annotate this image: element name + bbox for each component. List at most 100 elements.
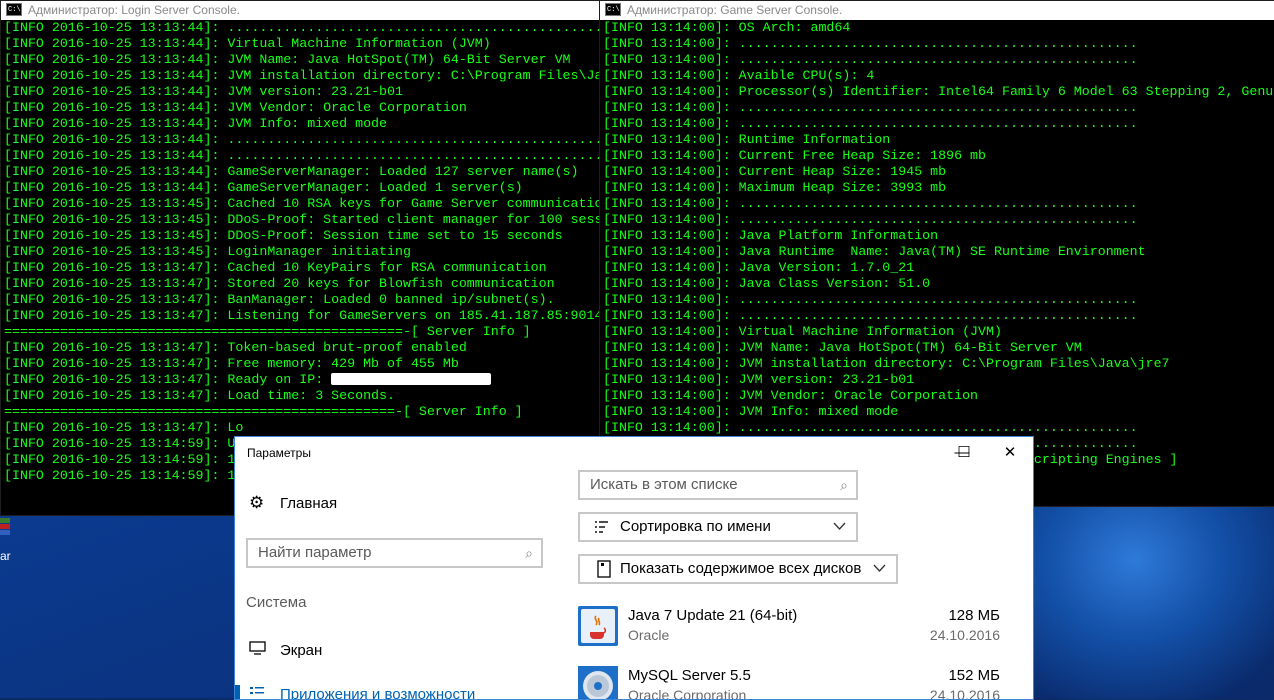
login-console-title: Администратор: Login Server Console. [28, 3, 240, 17]
console-line: [INFO 13:14:00]: Avaible CPU(s): 4 [603, 68, 875, 83]
console-line: [INFO 13:14:00]: Processor(s) Identifier… [603, 84, 1274, 99]
console-line: ========================================… [4, 324, 531, 339]
chevron-down-icon [833, 513, 846, 539]
app-name: MySQL Server 5.5 [628, 667, 751, 684]
app-list-item[interactable]: MySQL Server 5.5 Oracle Corporation 152 … [578, 666, 1000, 700]
console-line: [INFO 2016-10-25 13:13:44]: GameServerMa… [4, 180, 523, 195]
app-list-item[interactable]: Java 7 Update 21 (64-bit) Oracle 128 МБ … [578, 606, 1000, 656]
console-line: [INFO 13:14:00]: JVM Name: Java HotSpot(… [603, 340, 1082, 355]
app-list-search-placeholder: Искать в этом списке [590, 476, 738, 493]
game-console-titlebar[interactable]: Администратор: Game Server Console. [600, 1, 1274, 20]
console-line: [INFO 2016-10-25 13:13:44]: JVM Name: Ja… [4, 52, 571, 67]
drives-dropdown[interactable]: Показать содержимое всех дисков [578, 554, 898, 584]
app-install-date: 24.10.2016 [929, 687, 1000, 700]
login-console-output: [INFO 2016-10-25 13:13:44]: ............… [1, 20, 599, 484]
console-line: [INFO 2016-10-25 13:13:44]: ............… [4, 148, 600, 163]
chevron-down-icon [873, 555, 886, 581]
console-line: [INFO 13:14:00]: Java Platform Informati… [603, 228, 939, 243]
java-icon [578, 606, 618, 646]
app-list-search-input[interactable]: Искать в этом списке ⌕ [578, 470, 858, 500]
nav-home[interactable]: ⚙ Главная [249, 493, 337, 513]
console-line: [INFO 2016-10-25 13:13:44]: ............… [4, 132, 600, 147]
console-line: [INFO 13:14:00]: JVM installation direct… [603, 356, 1170, 371]
console-line: [INFO 13:14:00]: .......................… [603, 52, 1138, 67]
console-line: [INFO 2016-10-25 13:13:47]: Free memory:… [4, 356, 459, 371]
app-install-date: 24.10.2016 [929, 627, 1000, 643]
console-line: [INFO 13:14:00]: JVM Info: mixed mode [603, 404, 899, 419]
login-console-titlebar[interactable]: Администратор: Login Server Console. [1, 1, 599, 20]
console-line: [INFO 2016-10-25 13:13:45]: Cached 10 RS… [4, 196, 600, 211]
console-line: [INFO 13:14:00]: JVM Vendor: Oracle Corp… [603, 388, 979, 403]
game-console-output: [INFO 13:14:00]: OS Arch: amd64 [INFO 13:… [600, 20, 1274, 500]
console-line: [INFO 13:14:00]: .......................… [603, 196, 1138, 211]
console-line: [INFO 13:14:00]: Current Free Heap Size:… [603, 148, 987, 163]
console-line: [INFO 13:14:00]: OS Arch: amd64 [603, 20, 851, 35]
close-icon: ✕ [1003, 444, 1017, 461]
console-line: [INFO 13:14:00]: Java Class Version: 51.… [603, 276, 931, 291]
nav-item-display[interactable]: Экран [249, 641, 322, 659]
drive-icon [596, 556, 612, 582]
console-line: [INFO 13:14:00]: Java Version: 1.7.0_21 [603, 260, 915, 275]
settings-window[interactable]: Параметры — ☐ ✕ ⚙ Главная Найти параметр … [234, 436, 1034, 700]
settings-title: Параметры [247, 446, 311, 460]
console-line: [INFO 13:14:00]: Maximum Heap Size: 3993… [603, 180, 947, 195]
app-size: 152 МБ [948, 667, 1000, 684]
console-line: [INFO 2016-10-25 13:13:45]: DDoS-Proof: … [4, 228, 563, 243]
console-line: [INFO 13:14:00]: .......................… [603, 420, 1138, 435]
app-publisher: Oracle [628, 627, 670, 643]
winrar-icon[interactable] [0, 518, 10, 540]
console-icon [605, 1, 621, 20]
drives-dropdown-label: Показать содержимое всех дисков [620, 560, 862, 577]
settings-search-input[interactable]: Найти параметр ⌕ [246, 538, 543, 568]
section-label-system: Система [246, 594, 307, 611]
console-line: [INFO 2016-10-25 13:13:47]: BanManager: … [4, 292, 555, 307]
console-line: [INFO 2016-10-25 13:13:47]: Load time: 3… [4, 388, 395, 403]
console-line: [INFO 2016-10-25 13:13:47]: Lo [4, 420, 244, 435]
console-line: [INFO 2016-10-25 13:13:44]: JVM Info: mi… [4, 116, 388, 131]
console-line: [INFO 2016-10-25 13:13:44]: GameServerMa… [4, 164, 579, 179]
console-line: [INFO 2016-10-25 13:13:44]: ............… [4, 20, 600, 35]
console-line: [INFO 2016-10-25 13:13:45]: LoginManager… [4, 244, 411, 259]
nav-item-display-label: Экран [280, 642, 323, 659]
redacted-ip-mark [331, 373, 492, 386]
desktop-wallpaper-glow [1030, 500, 1274, 700]
close-button[interactable]: ✕ [987, 437, 1033, 469]
console-line: ========================================… [4, 404, 523, 419]
console-line: [INFO 13:14:00]: Virtual Machine Informa… [603, 324, 1002, 339]
console-line: [INFO 2016-10-25 13:13:47]: Token-based … [4, 340, 467, 355]
console-line: [INFO 2016-10-25 13:13:44]: JVM version:… [4, 84, 403, 99]
console-icon [6, 1, 22, 20]
game-console-title: Администратор: Game Server Console. [627, 3, 843, 17]
console-line: [INFO 2016-10-25 13:13:44]: JVM installa… [4, 68, 600, 83]
monitor-icon [249, 641, 267, 659]
console-line: [INFO 13:14:00]: .......................… [603, 308, 1138, 323]
console-line: [INFO 2016-10-25 13:13:47]: Listening fo… [4, 308, 600, 323]
console-line: [INFO 13:14:00]: .......................… [603, 116, 1138, 131]
sort-icon [594, 514, 612, 540]
sort-dropdown-label: Сортировка по имени [620, 518, 771, 535]
sort-dropdown[interactable]: Сортировка по имени [578, 512, 858, 542]
console-line: [INFO 13:14:00]: JVM version: 23.21-b01 [603, 372, 915, 387]
search-icon: ⌕ [840, 477, 848, 493]
console-line: [INFO 13:14:00]: .......................… [603, 36, 1138, 51]
mysql-disc-icon [578, 666, 618, 699]
settings-nav-pane: ⚙ Главная Найти параметр ⌕ Система Экран … [235, 469, 560, 699]
settings-search-placeholder: Найти параметр [258, 544, 372, 561]
app-publisher: Oracle Corporation [628, 687, 747, 700]
console-line: [INFO 2016-10-25 13:13:47]: Stored 20 ke… [4, 276, 555, 291]
console-line: [INFO 2016-10-25 13:13:44]: Virtual Mach… [4, 36, 491, 51]
app-size: 128 МБ [948, 607, 1000, 624]
desktop-icon-label: ar [0, 549, 11, 563]
app-name: Java 7 Update 21 (64-bit) [628, 607, 798, 624]
console-line: [INFO 13:14:00]: .......................… [603, 100, 1138, 115]
nav-home-label: Главная [280, 495, 338, 512]
game-server-console-window[interactable]: Администратор: Game Server Console. [INF… [599, 0, 1274, 507]
maximize-icon: ☐ [957, 444, 971, 461]
console-line: [INFO 2016-10-25 13:13:45]: DDoS-Proof: … [4, 212, 600, 227]
gear-icon: ⚙ [249, 493, 265, 512]
maximize-button[interactable]: ☐ [941, 437, 987, 469]
console-line: [INFO 13:14:00]: Current Heap Size: 1945… [603, 164, 947, 179]
console-line: [INFO 13:14:00]: Runtime Information [603, 132, 891, 147]
console-line: [INFO 2016-10-25 13:13:47]: Cached 10 Ke… [4, 260, 547, 275]
console-line: [INFO 13:14:00]: Java Runtime Name: Java… [603, 244, 1146, 259]
